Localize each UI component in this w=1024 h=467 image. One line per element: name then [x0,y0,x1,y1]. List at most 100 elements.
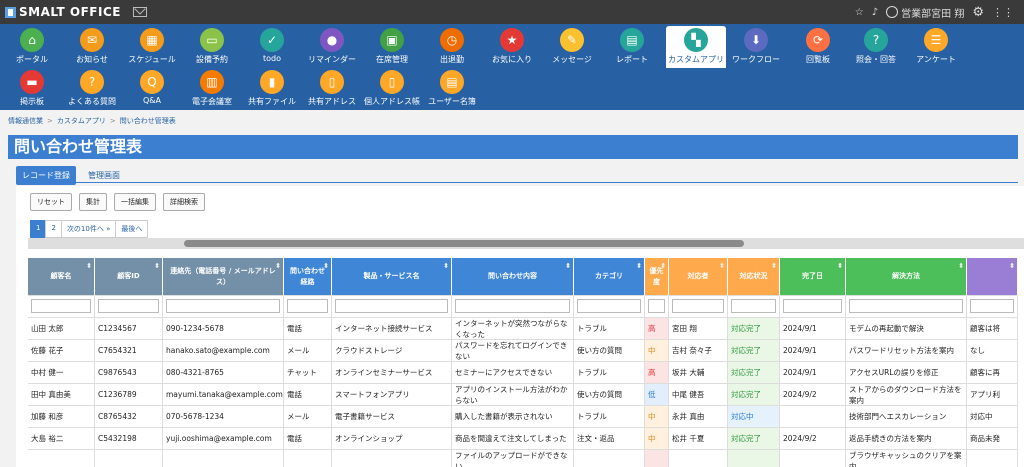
column-filter-input[interactable] [731,299,776,313]
advanced-search-button[interactable]: 詳細検索 [163,193,205,211]
reset-button[interactable]: リセット [30,193,72,211]
nav-label: 個人アドレス帳 [364,97,420,106]
nav-item[interactable]: ⟳ 回覧板 [788,26,848,66]
nav-item[interactable]: ● リマインダー [302,26,362,66]
nav-label: リマインダー [308,55,356,64]
nav-icon: ● [320,28,344,52]
nav-icon: ✓ [260,28,284,52]
nav-item[interactable]: ▤ レポート [602,26,662,66]
nav-icon: Q [140,70,164,94]
page-2-link[interactable]: 2 [45,220,62,238]
column-header[interactable]: 顧客名 [28,258,95,296]
column-header[interactable] [967,258,1018,296]
column-header[interactable]: 完了日 [780,258,846,296]
nav-item[interactable]: ▬ 掲示板 [2,68,62,108]
column-filter-input[interactable] [970,299,1014,313]
nav-item[interactable]: ▚ カスタムアプリ [666,26,726,68]
table-row[interactable]: 山田 太郎 C1234567 090-1234-5678 電話 インターネット接続サービ… [28,318,1018,340]
column-filter-input[interactable] [98,299,159,313]
filter-cell [967,296,1018,318]
column-header[interactable]: カテゴリ [574,258,645,296]
breadcrumb-separator: > [109,117,116,125]
last-page-link[interactable]: 最後へ [115,220,149,238]
breadcrumb-link[interactable]: 情報通信業 [8,117,43,125]
nav-item[interactable]: ▮ 共有ファイル [242,68,302,108]
column-header[interactable]: 連絡先（電話番号 / メールアドレス） [163,258,284,296]
table-row[interactable]: 佐藤 花子 C7654321 hanako.sato@example.com メールク… [28,340,1018,362]
column-header[interactable]: 対応状況 [728,258,780,296]
column-filter-input[interactable] [577,299,641,313]
table-row[interactable]: 田中 真由美 C1236789 mayumi.tanaka@example.com 電… [28,384,1018,406]
table-cell: 2024/9/1 [780,340,846,362]
nav-item[interactable]: ✎ メッセージ [542,26,602,66]
column-filter-input[interactable] [335,299,448,313]
column-filter-input[interactable] [31,299,91,313]
column-filter-input[interactable] [455,299,570,313]
table-cell: mayumi.tanaka@example.com [163,384,284,406]
nav-item[interactable]: ▯ 個人アドレス帳 [362,68,422,108]
table-cell: 松井 千夏 [669,428,728,450]
grid-menu-icon[interactable]: ⋮⋮ [992,6,1014,19]
column-header[interactable]: 解決方法 [846,258,967,296]
nav-label: スケジュール [128,55,176,64]
nav-item[interactable]: ? 照会・回答 [846,26,906,66]
scrollbar-thumb[interactable] [184,240,744,247]
nav-label: 照会・回答 [856,55,896,64]
column-header[interactable]: 問い合わせ内容 [452,258,574,296]
table-cell: 返品手続きの方法を案内 [846,428,967,450]
table-cell: アプリのインストール方法がわからない [452,384,574,406]
nav-item[interactable]: ⌂ ポータル [2,26,62,66]
nav-item[interactable]: ▦ スケジュール [122,26,182,66]
table-row[interactable]: 加藤 和彦 C8765432 070-5678-1234 メール 電子書籍サービス 購入し… [28,406,1018,428]
nav-item[interactable]: ☰ アンケート [906,26,966,66]
app-logo[interactable]: SMALT OFFICE [5,5,121,19]
column-filter-input[interactable] [648,299,665,313]
nav-item[interactable]: ★ お気に入り [482,26,542,66]
aggregate-button[interactable]: 集計 [79,193,107,211]
breadcrumb-link[interactable]: カスタムアプリ [57,117,106,125]
nav-label: カスタムアプリ [668,55,724,64]
nav-item[interactable]: Q Q&A [122,68,182,108]
nav-icon: ✎ [560,28,584,52]
user-name[interactable]: 営業部宮田 翔 [901,5,964,20]
column-header[interactable]: 優先度 [645,258,669,296]
page-1-link[interactable]: 1 [30,220,47,238]
column-filter-input[interactable] [287,299,328,313]
mail-icon[interactable] [132,7,147,17]
nav-item[interactable]: ▯ 共有アドレス [302,68,362,108]
column-filter-input[interactable] [849,299,963,313]
next-page-link[interactable]: 次の10件へ » [60,220,117,238]
column-filter-input[interactable] [166,299,280,313]
nav-item[interactable]: ✉ お知らせ [62,26,122,66]
table-row[interactable]: 大島 裕二 C5432198 yuji.ooshima@example.com 電話オ… [28,428,1018,450]
breadcrumb-link[interactable]: 問い合わせ管理表 [120,117,176,125]
column-header[interactable]: 対応者 [669,258,728,296]
nav-item[interactable]: ▥ 電子会議室 [182,68,242,108]
column-filter-input[interactable] [783,299,842,313]
gear-icon[interactable]: ⚙ [972,5,984,20]
bulk-edit-button[interactable]: 一括編集 [114,193,156,211]
star-icon[interactable]: ☆ [855,7,864,18]
column-header[interactable]: 顧客ID [95,258,163,296]
nav-item[interactable]: ▤ ユーザー名簿 [422,68,482,108]
column-header[interactable]: 製品・サービス名 [332,258,452,296]
table-row[interactable]: 中村 健一 C9876543 080-4321-8765 チャット オンラインセミナーサ… [28,362,1018,384]
bell-icon[interactable]: ♪ [872,7,878,18]
nav-item[interactable]: ◷ 出退勤 [422,26,482,66]
nav-item[interactable]: ? よくある質問 [62,68,122,108]
table-cell [284,450,332,467]
table-row[interactable]: ファイルのアップロードができない ブラウザキャッシュのクリアを案内 [28,450,1018,467]
table-cell: チャット [284,362,332,384]
nav-item[interactable]: ▣ 在席管理 [362,26,422,66]
nav-icon: ▮ [260,70,284,94]
table-cell: 使い方の質問 [574,384,645,406]
nav-item[interactable]: ⬇ ワークフロー [726,26,786,66]
nav-item[interactable]: ✓ todo [242,26,302,66]
table-cell: 電話 [284,318,332,340]
nav-icon: ★ [500,28,524,52]
nav-icon: ▯ [380,70,404,94]
column-header[interactable]: 問い合わせ経路 [284,258,332,296]
nav-item[interactable]: ▭ 設備予約 [182,26,242,66]
user-icon [886,6,899,18]
column-filter-input[interactable] [672,299,724,313]
